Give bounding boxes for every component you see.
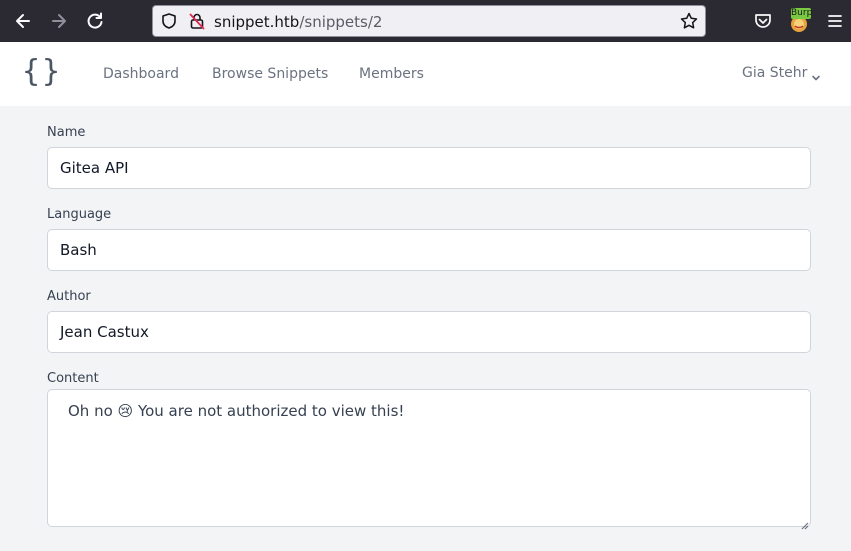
name-field[interactable]: Gitea API	[47, 147, 811, 189]
nav-browse-snippets[interactable]: Browse Snippets	[212, 66, 328, 82]
extension-badge: Burp	[791, 8, 813, 19]
address-bar[interactable]: snippet.htb/snippets/2	[152, 5, 706, 37]
name-label: Name	[47, 125, 86, 140]
insecure-lock-icon[interactable]	[188, 12, 206, 30]
language-label: Language	[47, 207, 112, 222]
nav-members[interactable]: Members	[359, 66, 424, 82]
chevron-down-icon[interactable]	[811, 68, 821, 81]
pocket-icon[interactable]	[753, 11, 773, 31]
forward-arrow-icon[interactable]	[49, 11, 69, 31]
author-field[interactable]: Jean Castux	[47, 311, 811, 353]
bookmark-star-icon[interactable]	[679, 11, 699, 31]
url-text[interactable]: snippet.htb/snippets/2	[214, 13, 382, 31]
app-header: {} Dashboard Browse Snippets Members Gia…	[0, 42, 851, 106]
reload-icon[interactable]	[85, 11, 105, 31]
shield-icon[interactable]	[160, 12, 178, 30]
back-arrow-icon[interactable]	[13, 11, 33, 31]
user-menu[interactable]: Gia Stehr	[742, 65, 807, 81]
browser-toolbar: snippet.htb/snippets/2 Burp	[0, 0, 851, 42]
nav-dashboard[interactable]: Dashboard	[103, 66, 179, 82]
logo[interactable]: {}	[22, 54, 62, 89]
author-label: Author	[47, 289, 91, 304]
content-textarea[interactable]: Oh no 😢 You are not authorized to view t…	[47, 389, 811, 527]
url-path: /snippets/2	[299, 13, 383, 31]
resize-grip-icon[interactable]	[799, 515, 809, 530]
hamburger-menu-icon[interactable]	[825, 11, 845, 31]
url-host: snippet.htb	[214, 13, 300, 31]
language-field[interactable]: Bash	[47, 229, 811, 271]
content-label: Content	[47, 371, 99, 386]
